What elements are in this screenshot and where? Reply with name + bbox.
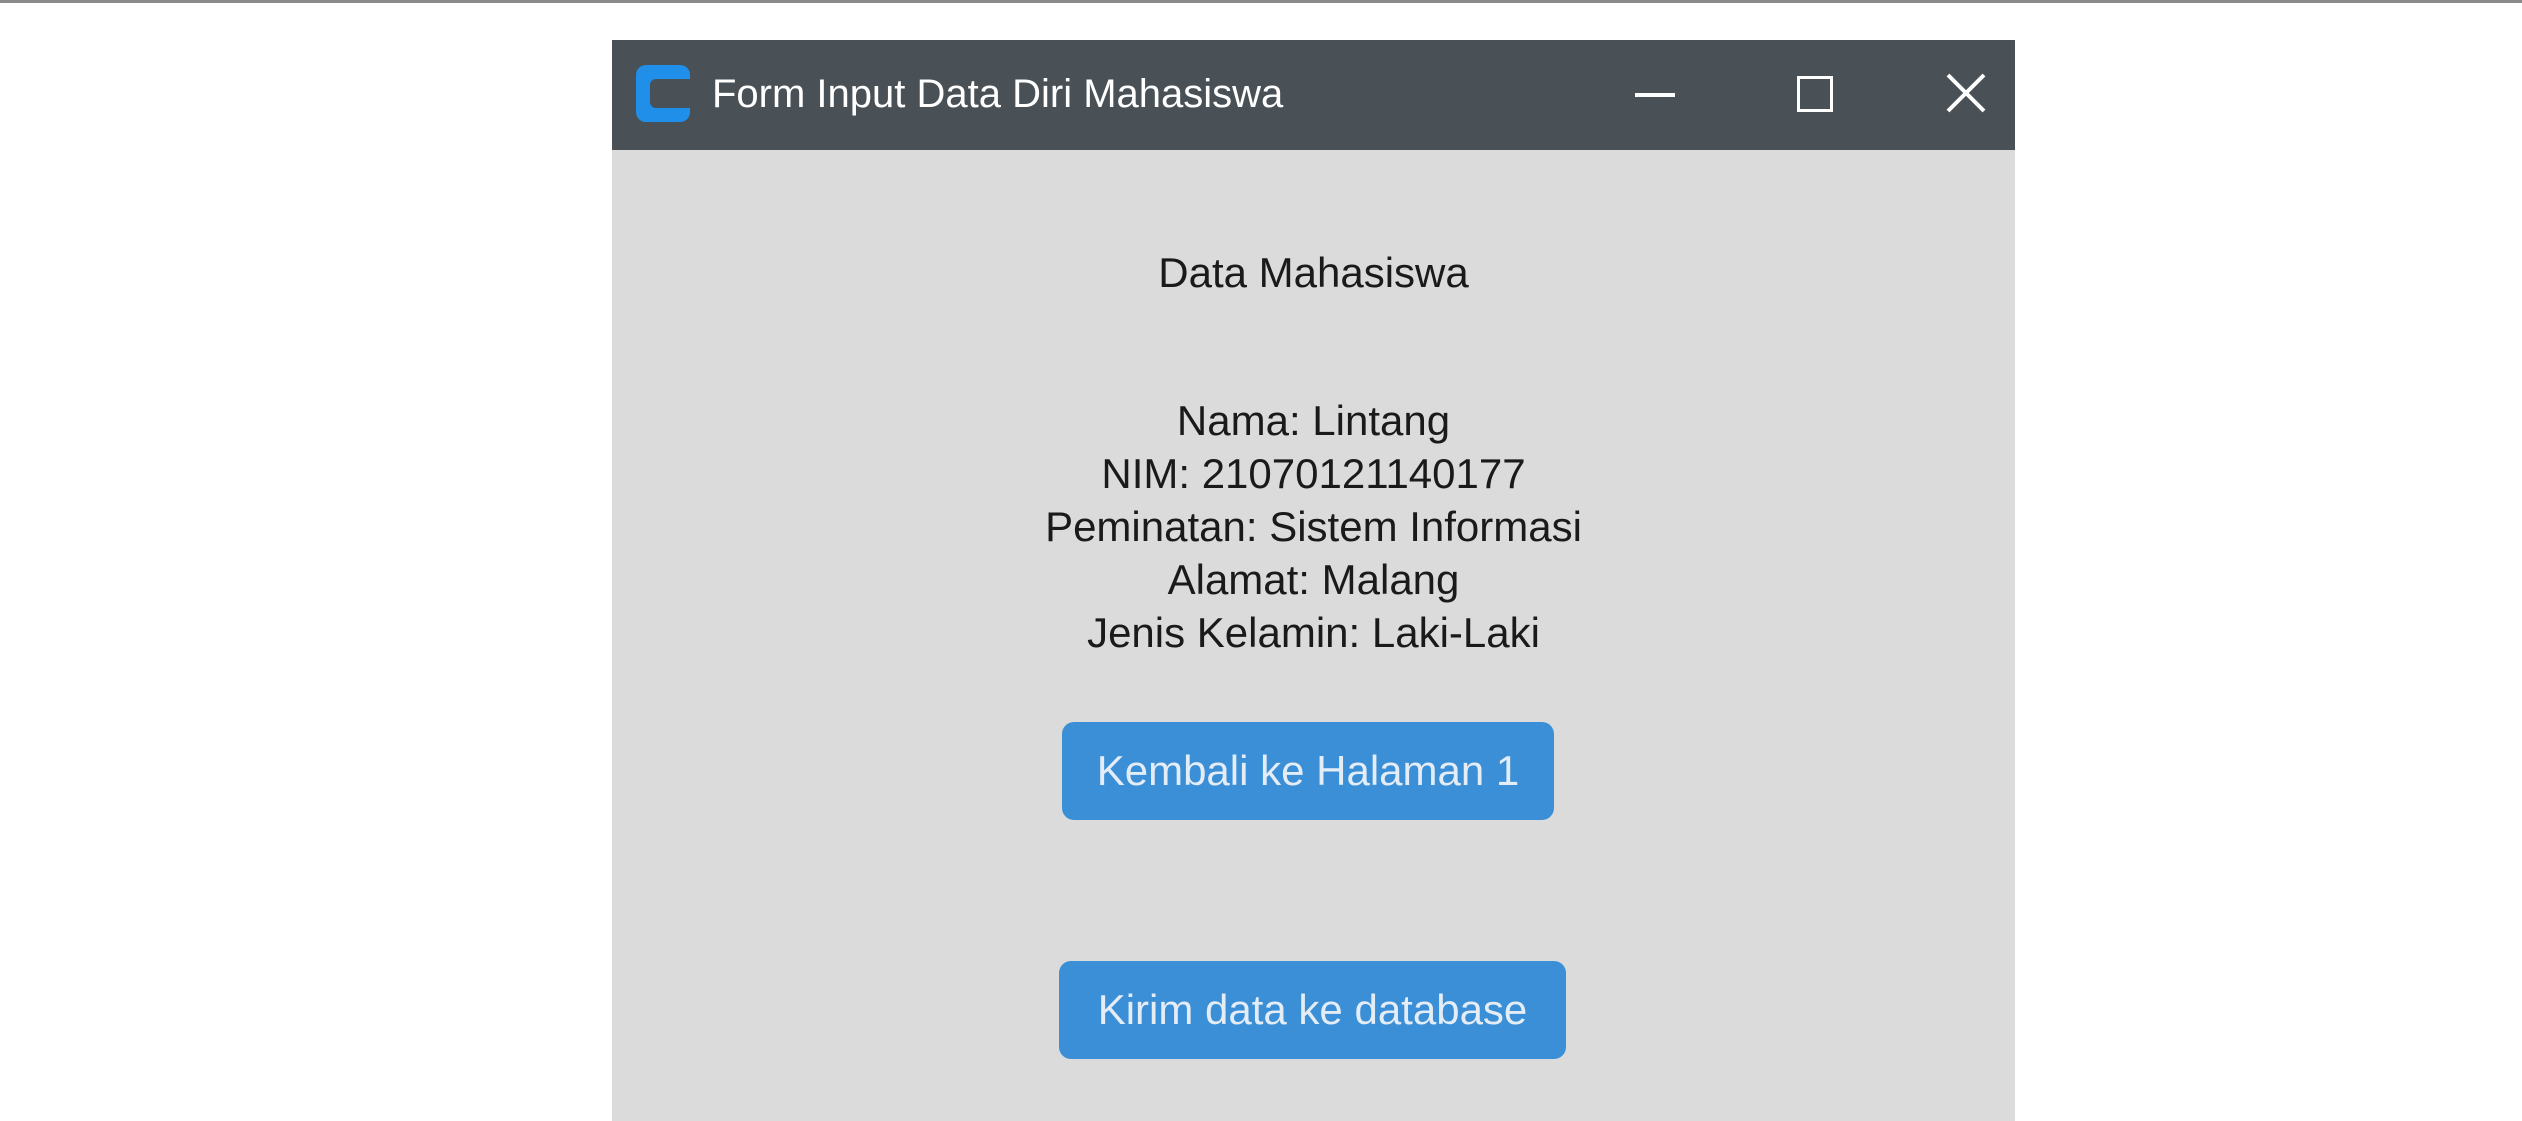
top-divider — [0, 0, 2522, 3]
back-to-page-1-button[interactable]: Kembali ke Halaman 1 — [1062, 722, 1554, 820]
info-peminatan: Peminatan: Sistem Informasi — [1045, 503, 1582, 550]
page-title: Data Mahasiswa — [1158, 249, 1469, 296]
window-title: Form Input Data Diri Mahasiswa — [712, 72, 1284, 116]
student-info: Nama: Lintang NIM: 21070121140177 Pemina… — [612, 394, 2015, 659]
app-icon — [636, 65, 690, 122]
maximize-icon — [1797, 76, 1833, 112]
app-window: Form Input Data Diri Mahasiswa Data Maha… — [612, 40, 2015, 1121]
title-bar[interactable]: Form Input Data Diri Mahasiswa — [612, 40, 2015, 150]
minimize-icon — [1635, 93, 1675, 97]
send-to-database-button[interactable]: Kirim data ke database — [1059, 961, 1566, 1059]
minimize-button[interactable] — [1575, 40, 1735, 150]
info-name: Nama: Lintang — [1176, 397, 1451, 444]
info-alamat: Alamat: Malang — [1167, 556, 1460, 603]
info-jenis-kelamin: Jenis Kelamin: Laki-Laki — [1087, 609, 1540, 656]
close-button[interactable] — [1895, 40, 2015, 150]
content-area: Data Mahasiswa Nama: Lintang NIM: 210701… — [612, 150, 2015, 1121]
close-icon — [1946, 73, 1986, 113]
maximize-button[interactable] — [1735, 40, 1895, 150]
info-nim: NIM: 21070121140177 — [1101, 450, 1526, 497]
